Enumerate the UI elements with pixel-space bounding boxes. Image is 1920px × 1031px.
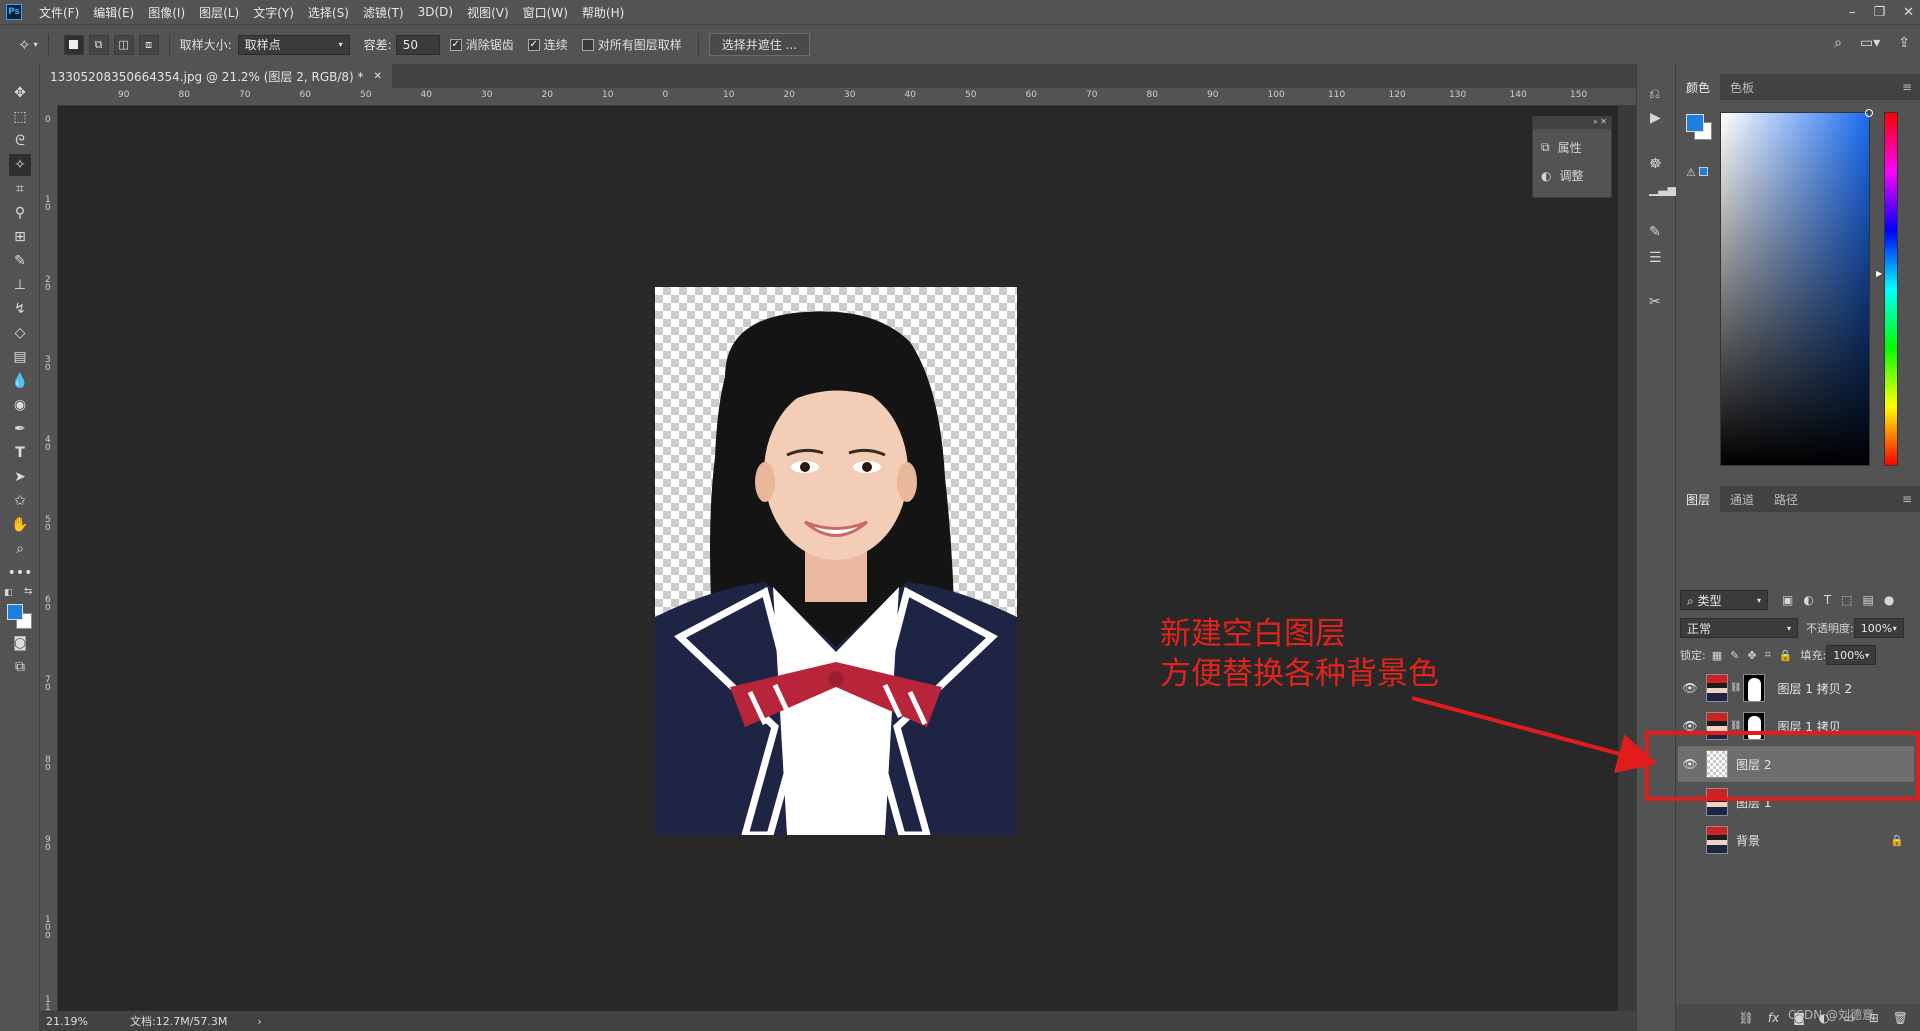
highlight-box — [1645, 731, 1920, 801]
annotation-arrow — [1411, 696, 1658, 774]
foreground-color-swatch[interactable] — [7, 604, 23, 620]
foreground-color-chip[interactable] — [1686, 114, 1704, 132]
